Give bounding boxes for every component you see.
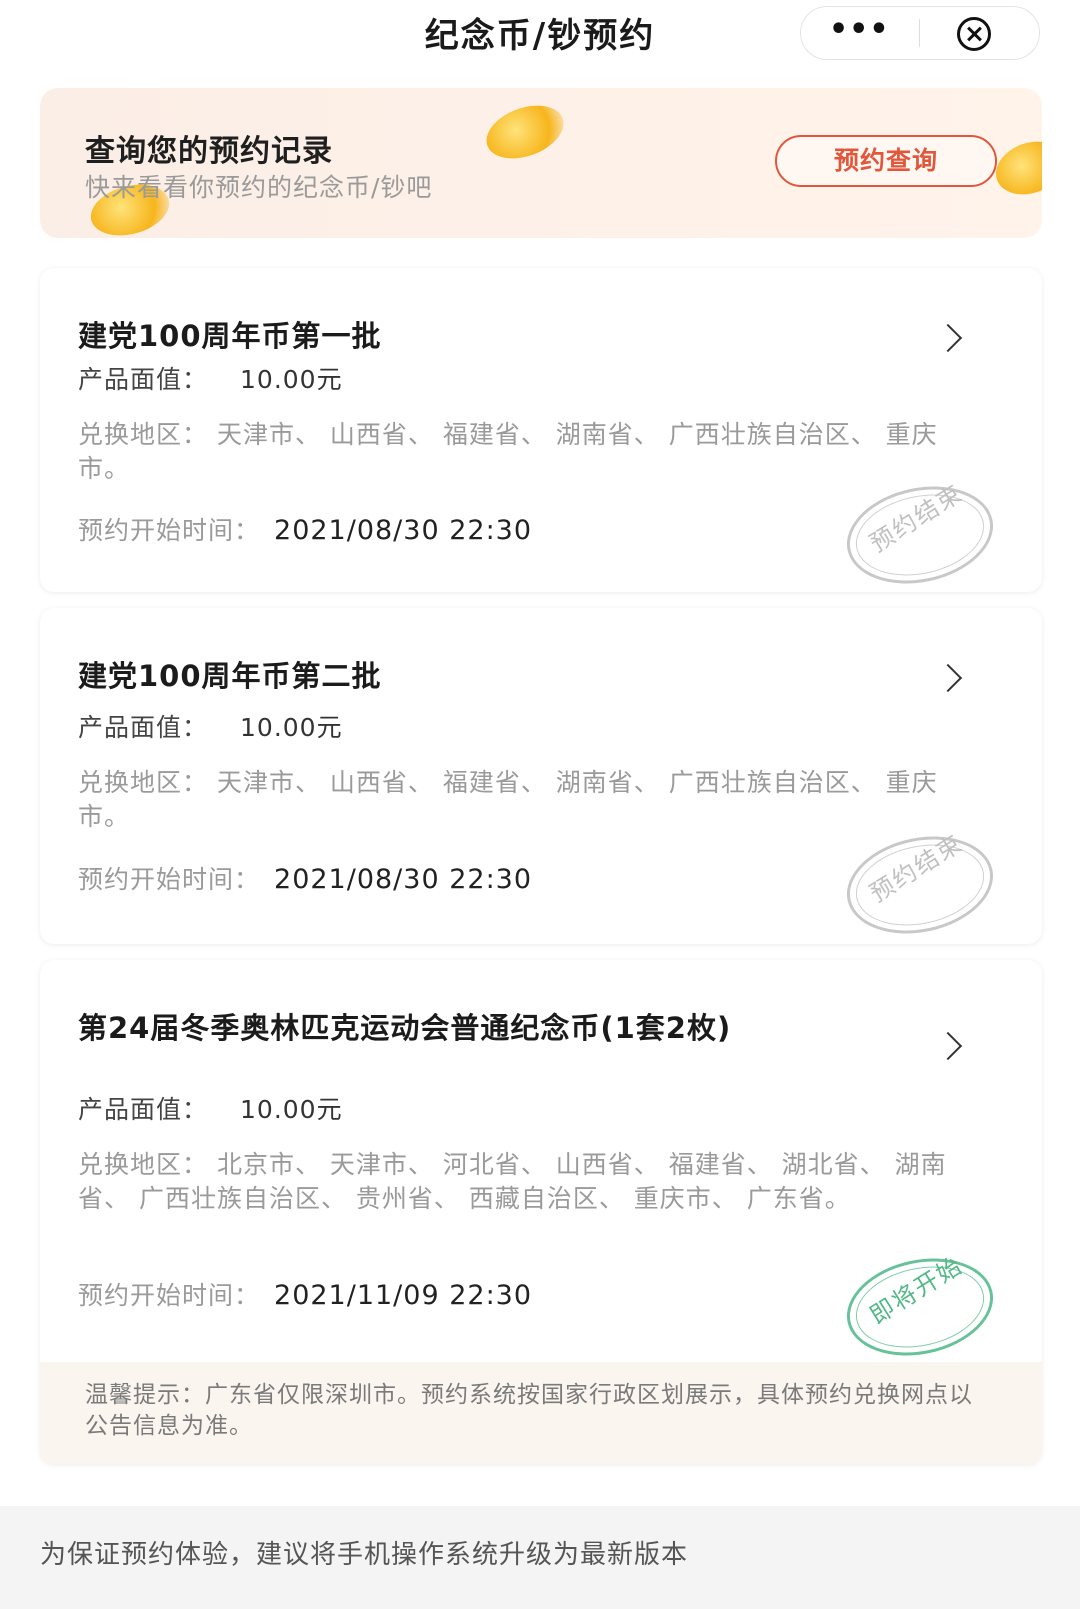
coin-card[interactable]: 建党100周年币第一批 产品面值： 10.00元 兑换地区： 天津市、 山西省、 … [40, 268, 1042, 597]
coin-decoration-icon [988, 132, 1042, 204]
exchange-region: 兑换地区： 天津市、 山西省、 福建省、 湖南省、 广西壮族自治区、 重庆市。 [78, 768, 938, 831]
mini-program-capsule: ••• [800, 6, 1040, 60]
capsule-divider [919, 19, 920, 47]
warm-tip: 温馨提示：广东省仅限深圳市。预约系统按国家行政区划展示，具体预约兑换网点以公告信… [40, 1362, 1042, 1464]
start-time-row: 预约开始时间： 2021/08/30 22:30 [78, 511, 532, 547]
chevron-right-icon [933, 1031, 963, 1061]
query-banner: 查询您的预约记录 快来看看你预约的纪念币/钞吧 预约查询 [40, 88, 1042, 238]
start-time-row: 预约开始时间： 2021/11/09 22:30 [78, 1276, 532, 1312]
face-value: 10.00元 [240, 365, 343, 394]
start-time-value: 2021/08/30 22:30 [274, 864, 533, 895]
card-title: 建党100周年币第二批 [78, 659, 382, 693]
stamp-text: 即将开始 [864, 1250, 968, 1330]
footer-notice: 为保证预约体验，建议将手机操作系统升级为最新版本 [0, 1506, 1080, 1609]
reservation-query-button[interactable]: 预约查询 [775, 135, 997, 187]
face-value-row: 产品面值： 10.00元 [78, 1090, 343, 1126]
top-bar: 纪念币/钞预约 ••• [0, 0, 1080, 70]
start-time-label: 预约开始时间： [78, 516, 261, 545]
status-stamp: 预约结束 [837, 823, 1003, 947]
start-time-label: 预约开始时间： [78, 1281, 261, 1310]
coin-card[interactable]: 建党100周年币第二批 产品面值： 10.00元 兑换地区： 天津市、 山西省、 … [40, 608, 1042, 947]
warm-tip-text: 温馨提示：广东省仅限深圳市。预约系统按国家行政区划展示，具体预约兑换网点以公告信… [85, 1382, 973, 1439]
face-value-label: 产品面值： [78, 1095, 209, 1124]
face-value: 10.00元 [240, 1095, 343, 1124]
face-value: 10.00元 [240, 713, 343, 742]
chevron-right-icon [933, 323, 963, 353]
status-stamp: 即将开始 [837, 1245, 1003, 1369]
status-stamp: 预约结束 [837, 473, 1003, 597]
start-time-label: 预约开始时间： [78, 865, 261, 894]
more-dots-icon[interactable]: ••• [829, 15, 889, 45]
face-value-label: 产品面值： [78, 365, 209, 394]
card-title: 第24届冬季奥林匹克运动会普通纪念币(1套2枚) [78, 1011, 732, 1045]
face-value-row: 产品面值： 10.00元 [78, 360, 343, 396]
close-circle-icon[interactable] [957, 17, 991, 51]
face-value-label: 产品面值： [78, 713, 209, 742]
start-time-value: 2021/11/09 22:30 [274, 1280, 533, 1311]
card-title: 建党100周年币第一批 [78, 319, 382, 353]
exchange-region: 兑换地区： 天津市、 山西省、 福建省、 湖南省、 广西壮族自治区、 重庆市。 [78, 420, 938, 483]
coin-decoration-icon [479, 95, 571, 169]
banner-title: 查询您的预约记录 [85, 134, 333, 169]
banner-subtitle: 快来看看你预约的纪念币/钞吧 [85, 173, 433, 202]
face-value-row: 产品面值： 10.00元 [78, 708, 343, 744]
chevron-right-icon [933, 663, 963, 693]
exchange-region: 兑换地区： 北京市、 天津市、 河北省、 山西省、 福建省、 湖北省、 湖南省、… [78, 1150, 947, 1213]
start-time-value: 2021/08/30 22:30 [274, 515, 533, 546]
footer-notice-text: 为保证预约体验，建议将手机操作系统升级为最新版本 [40, 1540, 689, 1570]
start-time-row: 预约开始时间： 2021/08/30 22:30 [78, 860, 532, 896]
